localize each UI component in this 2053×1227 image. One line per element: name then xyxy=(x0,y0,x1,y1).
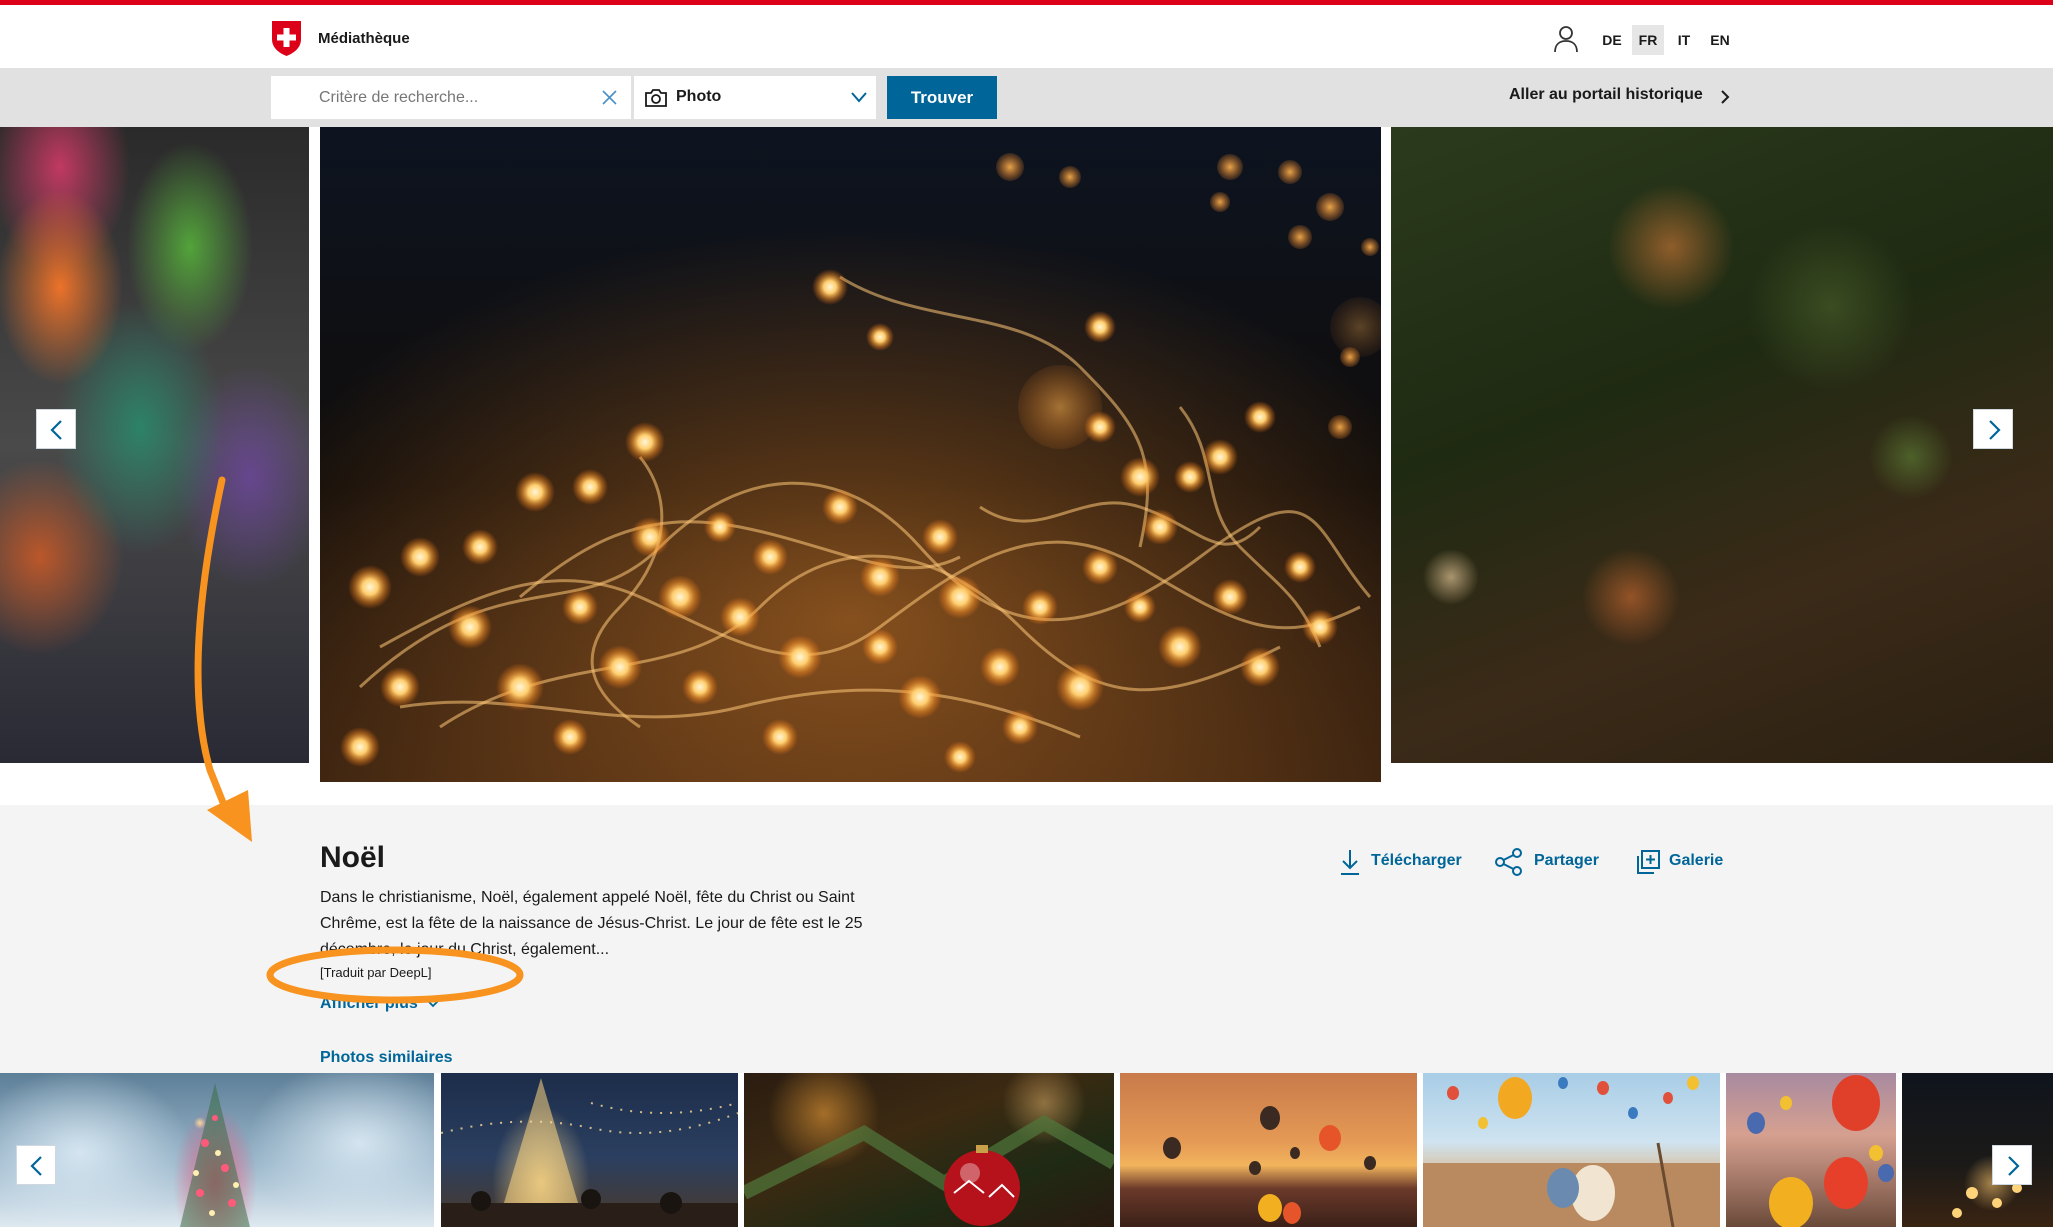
christmas-tree-snow-photo xyxy=(180,1083,250,1227)
media-type-select[interactable]: Photo xyxy=(634,76,876,119)
christmas-lights-photo xyxy=(320,127,1381,782)
lang-de[interactable]: DE xyxy=(1596,25,1628,55)
find-button[interactable]: Trouver xyxy=(887,76,997,119)
lang-it[interactable]: IT xyxy=(1668,25,1700,55)
clear-icon[interactable] xyxy=(601,89,618,106)
download-button[interactable]: Télécharger xyxy=(1371,852,1462,870)
carousel-next-button[interactable] xyxy=(1973,409,2013,449)
similar-photo-4[interactable] xyxy=(1120,1073,1417,1227)
chevron-down-icon xyxy=(851,92,867,103)
site-title[interactable]: Médiathèque xyxy=(318,30,410,47)
share-button[interactable]: Partager xyxy=(1534,852,1599,870)
header: Médiathèque DE FR IT EN xyxy=(0,5,2053,68)
swiss-cross-logo[interactable] xyxy=(270,19,303,57)
gallery-button[interactable]: Galerie xyxy=(1669,852,1723,870)
camera-icon xyxy=(645,89,667,107)
illuminated-tree-market-photo xyxy=(441,1078,738,1227)
media-description: Dans le christianisme, Noël, également a… xyxy=(320,889,863,958)
media-type-label: Photo xyxy=(676,88,722,105)
carousel-image-main[interactable] xyxy=(320,127,1381,782)
historic-portal-link[interactable]: Aller au portail historique xyxy=(1509,86,1703,104)
similar-photos-strip xyxy=(0,1073,2053,1227)
similar-photos-heading[interactable]: Photos similaires xyxy=(320,1049,453,1067)
user-icon[interactable] xyxy=(1553,25,1579,53)
chevron-right-icon xyxy=(1989,420,2001,440)
hot-air-balloons-sunset-photo xyxy=(1163,1106,1376,1224)
similar-photo-6[interactable] xyxy=(1726,1073,1896,1227)
lang-en[interactable]: EN xyxy=(1704,25,1736,55)
search-input[interactable] xyxy=(319,76,589,119)
translation-note: [Traduit par DeepL] xyxy=(320,965,432,980)
similar-photo-2[interactable] xyxy=(441,1073,738,1227)
share-icon[interactable] xyxy=(1494,847,1524,877)
similar-photo-3[interactable] xyxy=(744,1073,1114,1227)
similar-photo-1[interactable] xyxy=(0,1073,434,1227)
carousel-prev-button[interactable] xyxy=(36,409,76,449)
chevron-right-icon xyxy=(2008,1156,2020,1176)
image-carousel xyxy=(0,127,2053,805)
chevron-right-icon xyxy=(1721,90,1730,104)
download-icon[interactable] xyxy=(1337,847,1363,877)
red-ornament-photo xyxy=(744,1114,1114,1226)
carousel-image-next[interactable] xyxy=(1391,127,2053,763)
balloons-couple-terrace-photo xyxy=(1423,1076,1720,1227)
colorful-balloons-valley-photo xyxy=(1747,1075,1894,1227)
lang-fr[interactable]: FR xyxy=(1632,25,1664,55)
chevron-left-icon xyxy=(50,420,62,440)
show-more-link[interactable]: Afficher plus xyxy=(320,995,418,1013)
chevron-down-icon xyxy=(427,1000,439,1008)
media-title: Noël xyxy=(320,841,386,874)
chevron-left-icon xyxy=(30,1156,42,1176)
search-field xyxy=(271,76,631,119)
thumbs-prev-button[interactable] xyxy=(16,1145,56,1185)
gallery-add-icon[interactable] xyxy=(1635,847,1661,877)
media-info-panel: Noël Dans le christianisme, Noël, égalem… xyxy=(0,805,2053,1073)
thumbs-next-button[interactable] xyxy=(1992,1145,2032,1185)
search-bar: Photo Trouver Aller au portail historiqu… xyxy=(0,68,2053,127)
similar-photo-5[interactable] xyxy=(1423,1073,1720,1227)
